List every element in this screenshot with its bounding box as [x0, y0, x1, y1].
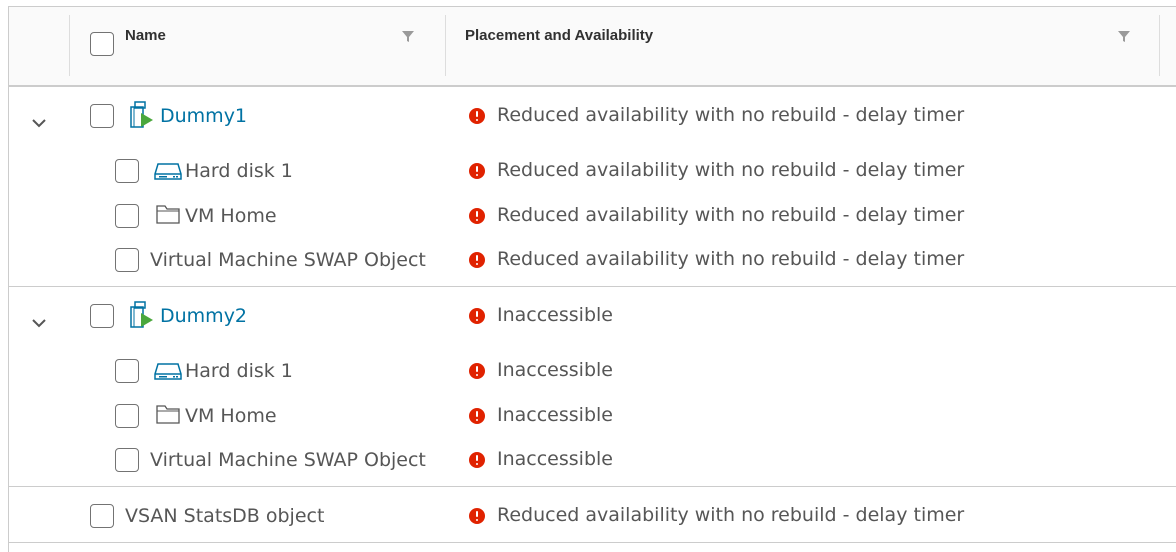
status-cell: Inaccessible	[469, 358, 613, 382]
row-divider	[9, 286, 1176, 287]
vm-link-dummy2[interactable]: Dummy2	[160, 304, 247, 328]
error-icon	[469, 208, 485, 224]
object-name: Hard disk 1	[185, 160, 293, 182]
status-cell: Reduced availability with no rebuild - d…	[469, 247, 964, 271]
error-icon	[469, 508, 485, 524]
hard-disk-icon	[154, 363, 182, 380]
row-checkbox[interactable]	[115, 248, 139, 272]
status-cell: Inaccessible	[469, 447, 613, 471]
row-checkbox[interactable]	[115, 204, 139, 228]
error-icon	[469, 308, 485, 324]
chevron-down-icon[interactable]	[29, 113, 49, 133]
status-cell: Inaccessible	[469, 403, 613, 427]
row-checkbox[interactable]	[115, 159, 139, 183]
error-icon	[469, 452, 485, 468]
object-name: Hard disk 1	[185, 360, 293, 382]
hard-disk-icon	[154, 163, 182, 180]
status-cell: Reduced availability with no rebuild - d…	[469, 503, 964, 527]
folder-icon	[156, 405, 180, 424]
vm-link-dummy1[interactable]: Dummy1	[160, 104, 247, 128]
column-separator[interactable]	[445, 15, 446, 76]
object-name: Virtual Machine SWAP Object	[150, 449, 426, 471]
error-icon	[469, 363, 485, 379]
row-checkbox[interactable]	[90, 304, 114, 328]
object-name: Virtual Machine SWAP Object	[150, 249, 426, 271]
status-cell: Inaccessible	[469, 303, 613, 327]
row-checkbox[interactable]	[90, 504, 114, 528]
row-divider	[9, 486, 1176, 487]
column-separator[interactable]	[1159, 15, 1160, 76]
row-checkbox[interactable]	[115, 448, 139, 472]
vm-icon	[130, 101, 153, 128]
status-cell: Reduced availability with no rebuild - d…	[469, 103, 964, 127]
object-name: VM Home	[185, 205, 277, 227]
object-name: VSAN StatsDB object	[125, 505, 325, 527]
filter-icon[interactable]	[1117, 29, 1131, 43]
row-divider	[9, 542, 1176, 543]
filter-icon[interactable]	[401, 29, 415, 43]
vm-icon	[130, 301, 153, 328]
row-checkbox[interactable]	[115, 404, 139, 428]
row-checkbox[interactable]	[90, 104, 114, 128]
error-icon	[469, 163, 485, 179]
error-icon	[469, 408, 485, 424]
column-header-name[interactable]: Name	[125, 27, 166, 44]
select-all-checkbox[interactable]	[90, 32, 114, 56]
folder-icon	[156, 205, 180, 224]
error-icon	[469, 252, 485, 268]
row-checkbox[interactable]	[115, 359, 139, 383]
column-header-placement[interactable]: Placement and Availability	[465, 27, 653, 44]
grid-header: Name Placement and Availability	[9, 7, 1176, 87]
column-separator[interactable]	[69, 15, 70, 76]
chevron-down-icon[interactable]	[29, 313, 49, 333]
datagrid: Name Placement and Availability Dummy1 R…	[8, 6, 1176, 552]
status-cell: Reduced availability with no rebuild - d…	[469, 158, 964, 182]
object-name: VM Home	[185, 405, 277, 427]
error-icon	[469, 108, 485, 124]
status-cell: Reduced availability with no rebuild - d…	[469, 203, 964, 227]
